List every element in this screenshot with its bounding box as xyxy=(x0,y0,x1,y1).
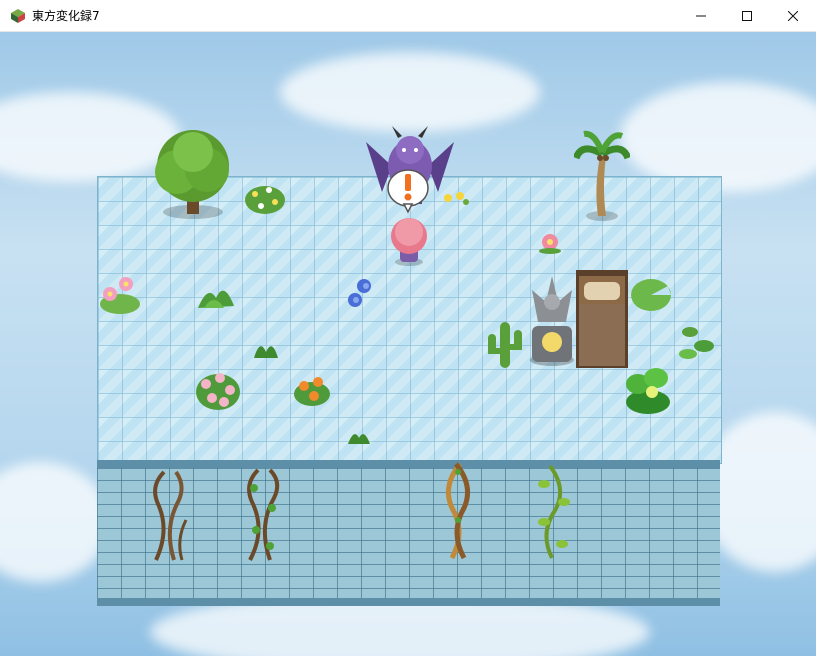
leafy-vine xyxy=(538,464,570,559)
app-icon xyxy=(11,8,25,23)
wall-base xyxy=(97,598,720,606)
cactus xyxy=(488,322,522,368)
window-title: 東方変化録7 xyxy=(32,9,100,23)
wall-ledge xyxy=(97,460,720,468)
hydrangea xyxy=(348,279,371,307)
minimize-button[interactable] xyxy=(678,0,724,31)
leaf-cluster xyxy=(679,327,714,359)
weed xyxy=(198,290,234,308)
vine-plant xyxy=(626,368,670,414)
lily-pad xyxy=(631,279,671,311)
title-bar[interactable]: 東方変化録7 xyxy=(0,0,816,32)
pink-flower xyxy=(539,234,561,254)
small-flowers xyxy=(444,192,469,205)
palm-tree xyxy=(574,130,630,221)
player-character[interactable] xyxy=(386,216,432,268)
braided-vine xyxy=(445,462,471,560)
window-controls xyxy=(678,0,816,31)
flower-bush xyxy=(245,186,285,214)
orange-flowers xyxy=(294,377,330,406)
maximize-icon xyxy=(742,10,752,21)
green-vines xyxy=(247,468,280,561)
dead-vines xyxy=(153,470,188,561)
bed[interactable] xyxy=(576,270,628,368)
small-grass xyxy=(254,346,278,358)
lotus-flowers xyxy=(100,277,140,314)
close-icon xyxy=(788,10,798,21)
cloud xyxy=(280,52,540,132)
maximize-button[interactable] xyxy=(724,0,770,31)
pink-flower-bush xyxy=(196,373,240,410)
minimize-icon xyxy=(696,15,706,16)
game-window: 東方変化録7 xyxy=(0,0,816,656)
close-button[interactable] xyxy=(770,0,816,31)
cloud xyxy=(0,462,110,582)
game-canvas[interactable] xyxy=(0,32,816,656)
exclamation-balloon xyxy=(387,169,429,214)
gargoyle-statue[interactable] xyxy=(526,272,578,368)
small-sprout xyxy=(348,434,370,444)
tree xyxy=(155,130,229,219)
